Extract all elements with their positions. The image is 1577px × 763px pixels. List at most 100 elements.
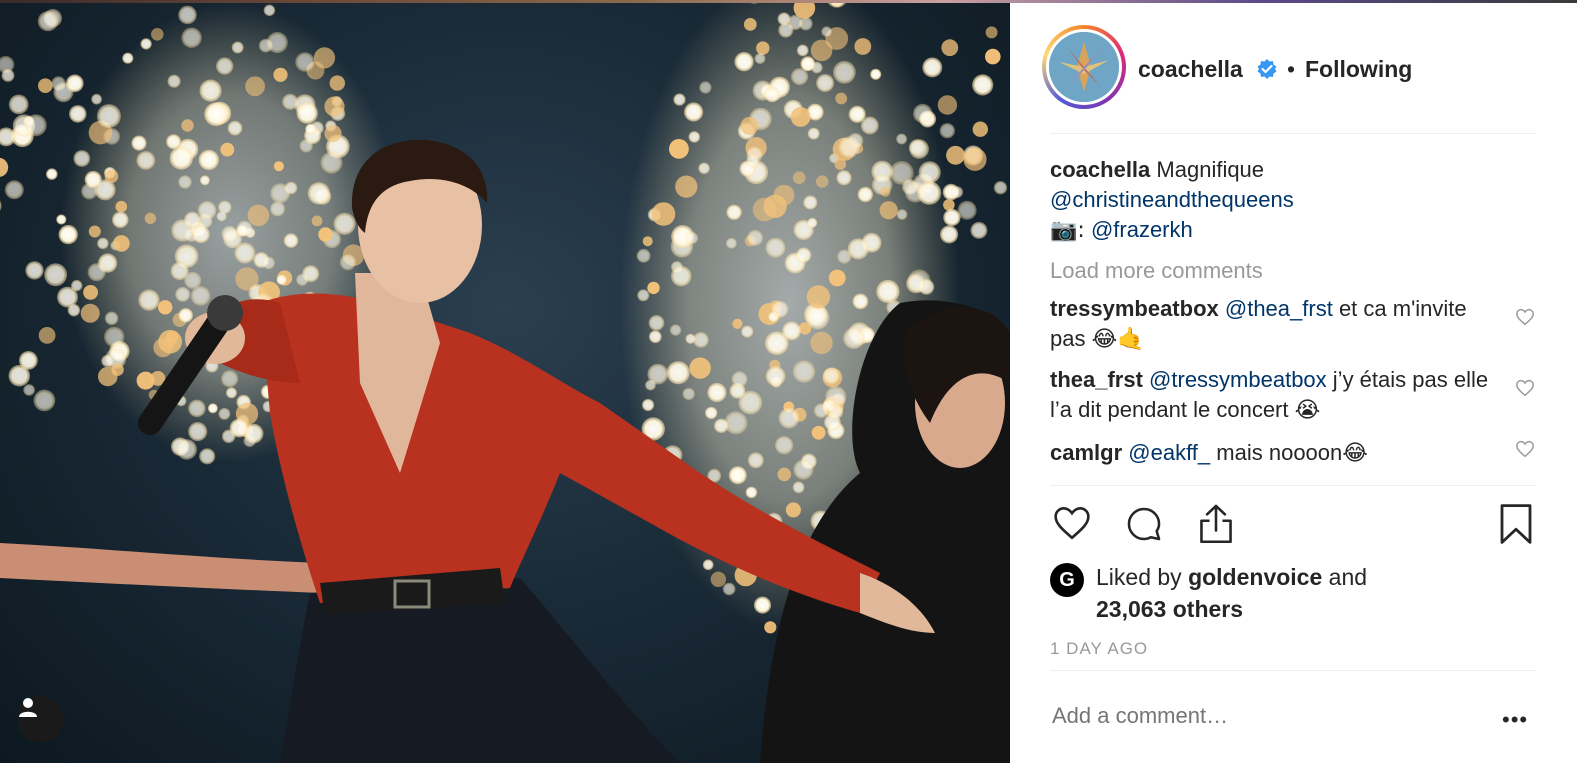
heart-icon[interactable] xyxy=(1052,505,1092,541)
sparkle-dot xyxy=(305,123,317,135)
avatar-story-ring[interactable] xyxy=(1042,25,1126,109)
bookmark-icon[interactable] xyxy=(1498,503,1534,545)
comments-section: coachella Magnifique @christineandtheque… xyxy=(1050,155,1535,479)
sparkle-dot xyxy=(774,436,794,455)
sparkle-dot xyxy=(880,186,891,197)
sparkle-dot xyxy=(227,120,243,136)
sparkle-dot xyxy=(972,121,988,137)
sparkle-dot xyxy=(80,303,100,323)
comment-mention[interactable]: @thea_frst xyxy=(1225,296,1333,321)
sparkle-dot xyxy=(170,261,189,281)
sparkle-dot xyxy=(745,486,758,499)
sparkle-dot xyxy=(136,151,156,170)
following-button[interactable]: Following xyxy=(1305,56,1412,83)
sparkle-dot xyxy=(702,559,714,571)
sparkle-dot xyxy=(763,194,787,219)
sparkle-dot xyxy=(857,186,873,203)
sparkle-dot xyxy=(836,170,852,186)
sparkle-dot xyxy=(199,79,222,102)
liker-username[interactable]: goldenvoice xyxy=(1188,564,1322,590)
comment-text: mais noooon xyxy=(1216,440,1343,465)
sparkle-dot xyxy=(669,324,682,336)
sparkle-dot xyxy=(97,237,109,250)
sparkle-dot xyxy=(329,75,345,91)
comment-emoji: 😂 xyxy=(1342,441,1368,466)
sparkle-dot xyxy=(816,175,829,188)
sparkle-dot xyxy=(777,467,792,482)
sparkle-dot xyxy=(197,201,217,220)
comment-item: thea_frst @tressymbeatbox j’y étais pas … xyxy=(1050,365,1535,426)
sparkle-dot xyxy=(699,81,712,94)
sparkle-dot xyxy=(188,399,206,418)
sparkle-dot xyxy=(746,154,759,168)
sparkle-dot xyxy=(747,229,764,246)
comment-like-icon[interactable] xyxy=(1515,379,1535,397)
sparkle-dot xyxy=(198,149,219,171)
sparkle-dot xyxy=(231,41,244,54)
sparkle-dot xyxy=(803,195,818,210)
sparkle-dot xyxy=(821,26,832,37)
comment-mention[interactable]: @tressymbeatbox xyxy=(1149,367,1327,392)
user-tag-button[interactable] xyxy=(17,696,63,742)
sparkle-dot xyxy=(44,263,68,287)
sparkle-dot xyxy=(669,139,689,159)
sparkle-dot xyxy=(685,333,696,344)
sparkle-dot xyxy=(993,181,1008,195)
sparkle-dot xyxy=(229,418,249,438)
likes-others-link[interactable]: 23,063 others xyxy=(1096,593,1367,625)
sparkle-dot xyxy=(199,448,216,465)
sparkle-dot xyxy=(324,124,342,142)
sparkle-dot xyxy=(743,18,757,31)
caption-mention[interactable]: @christineandthequeens xyxy=(1050,187,1294,212)
sparkle-dot xyxy=(73,150,91,167)
comment-username[interactable]: camlgr xyxy=(1050,440,1122,465)
comment-like-icon[interactable] xyxy=(1515,308,1535,326)
sparkle-dot xyxy=(734,52,754,72)
more-options-icon[interactable]: ••• xyxy=(1502,707,1528,733)
share-icon[interactable] xyxy=(1196,503,1236,545)
sparkle-dot xyxy=(122,52,134,64)
sparkle-dot xyxy=(104,326,125,348)
sparkle-dot xyxy=(756,41,770,55)
comment-username[interactable]: tressymbeatbox xyxy=(1050,296,1219,321)
sparkle-dot xyxy=(263,4,276,17)
sparkle-dot xyxy=(192,225,210,244)
sparkle-dot xyxy=(313,47,336,69)
sparkle-dot xyxy=(879,201,898,220)
sparkle-dot xyxy=(8,94,29,115)
add-comment-input[interactable] xyxy=(1052,703,1452,729)
sparkle-dot xyxy=(181,27,202,48)
load-more-comments-button[interactable]: Load more comments xyxy=(1050,256,1535,286)
liker-avatar[interactable]: G xyxy=(1050,563,1084,597)
sparkle-dot xyxy=(23,384,35,396)
sparkle-dot xyxy=(810,39,833,62)
sparkle-dot xyxy=(218,407,231,420)
comment-emoji: 😭 xyxy=(1294,398,1321,423)
sparkle-dot xyxy=(207,403,218,414)
caption-credit-mention[interactable]: @frazerkh xyxy=(1091,217,1193,242)
caption-username[interactable]: coachella xyxy=(1050,157,1150,182)
sparkle-dot xyxy=(793,459,814,480)
comment-like-icon[interactable] xyxy=(1515,440,1535,458)
sparkle-dot xyxy=(138,289,160,311)
sparkle-dot xyxy=(651,202,676,226)
sparkle-dot xyxy=(4,180,24,200)
sparkle-dot xyxy=(684,102,704,122)
sparkle-dot xyxy=(714,418,729,433)
sparkle-dot xyxy=(83,285,98,300)
sparkle-dot xyxy=(266,31,288,54)
post-timestamp[interactable]: 1 DAY AGO xyxy=(1050,639,1148,659)
comment-username[interactable]: thea_frst xyxy=(1050,367,1143,392)
sparkle-dot xyxy=(273,67,288,82)
post-photo[interactable] xyxy=(0,3,1010,763)
sparkle-dot xyxy=(972,74,994,96)
sparkle-dot xyxy=(46,168,58,180)
sparkle-dot xyxy=(178,308,193,323)
header-username[interactable]: coachella xyxy=(1138,56,1243,83)
comment-icon[interactable] xyxy=(1124,505,1164,543)
comment-mention[interactable]: @eakff_ xyxy=(1128,440,1210,465)
sparkle-dot xyxy=(724,411,748,435)
sparkle-dot xyxy=(741,325,754,338)
sparkle-dot xyxy=(705,406,718,420)
sparkle-dot xyxy=(167,74,181,88)
